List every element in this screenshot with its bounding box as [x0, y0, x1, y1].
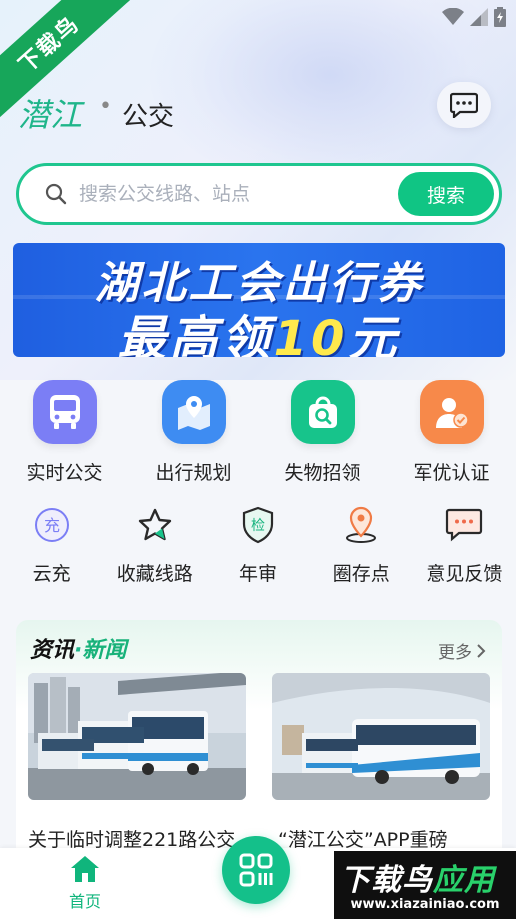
service-label: 意见反馈 [426, 563, 503, 585]
watermark-brand-a: 下载鸟 [340, 863, 433, 898]
lost-found-bag-icon [290, 380, 355, 444]
service-label: 收藏线路 [116, 563, 193, 585]
review-glyph: 检 [251, 518, 265, 534]
military-cert-icon [419, 380, 484, 444]
service-feedback[interactable]: 意见反馈 [413, 505, 516, 586]
news-title-a: 资讯 [30, 638, 75, 663]
service-recharge[interactable]: 充 云充 [0, 505, 103, 586]
scan-icon [239, 853, 273, 887]
shield-check-icon: 检 [238, 505, 278, 545]
primary-services: 实时公交 出行规划 失物招领 军优认证 [0, 380, 516, 485]
watermark-url: www.xiazainiao.com [350, 897, 500, 912]
news-title: 资讯·新闻 [30, 632, 126, 664]
watermark-brand-b: 应用 [433, 863, 495, 898]
search-button[interactable]: 搜索 [398, 172, 494, 216]
more-label: 更多 [438, 643, 472, 663]
tab-home[interactable]: 首页 [50, 854, 120, 912]
home-icon [71, 856, 99, 882]
service-label: 失物招领 [284, 462, 361, 484]
signal-icon [470, 8, 488, 26]
watermark-brand-text: 下载鸟应用 [340, 855, 495, 899]
secondary-services: 充 云充 收藏线路 检 年审 圈存点 意见反馈 [0, 505, 516, 586]
app-logo-city: 潜江 [18, 96, 83, 134]
service-label: 军优认证 [413, 462, 490, 484]
app-logo-title: 公交 [122, 102, 175, 132]
banner-suffix: 元 [348, 311, 401, 357]
chevron-right-icon [477, 643, 486, 658]
bus-icon [32, 380, 97, 444]
news-image[interactable] [272, 673, 490, 800]
service-label: 实时公交 [26, 462, 103, 484]
feedback-icon [444, 505, 484, 545]
service-military-cert[interactable]: 军优认证 [387, 380, 516, 485]
banner-amount: 10 [273, 311, 349, 357]
service-realtime-bus[interactable]: 实时公交 [0, 380, 129, 485]
service-label: 圈存点 [332, 563, 390, 585]
app-logo-dot: • [99, 94, 112, 119]
service-trip-planning[interactable]: 出行规划 [129, 380, 258, 485]
app-header: 潜江 • 公交 [0, 82, 516, 138]
search-bar: 搜索 [16, 163, 502, 225]
service-label: 出行规划 [155, 462, 232, 484]
banner-subline: 最高领10元 [13, 299, 505, 357]
tab-home-label: 首页 [68, 892, 101, 911]
map-pin-icon [161, 380, 226, 444]
message-button[interactable] [437, 82, 491, 128]
service-annual-review[interactable]: 检 年审 [206, 505, 309, 586]
wifi-icon [442, 8, 464, 25]
recharge-icon: 充 [32, 505, 72, 545]
battery-icon [494, 7, 506, 27]
news-more-link[interactable]: 更多 [438, 638, 486, 663]
watermark-brand: 下载鸟应用 www.xiazainiao.com [334, 851, 516, 919]
service-label: 年审 [239, 563, 278, 585]
location-icon [341, 505, 381, 545]
recharge-glyph: 充 [44, 516, 60, 535]
search-input[interactable] [79, 176, 379, 212]
status-bar [442, 6, 506, 28]
service-favorite-lines[interactable]: 收藏线路 [103, 505, 206, 586]
service-label: 云充 [32, 563, 71, 585]
scan-button[interactable] [222, 836, 290, 904]
service-stored-point[interactable]: 圈存点 [310, 505, 413, 586]
star-icon [135, 505, 175, 545]
search-icon [45, 183, 67, 205]
banner-prefix: 最高领 [117, 311, 274, 357]
chat-bubble-icon [450, 92, 478, 118]
service-lost-found[interactable]: 失物招领 [258, 380, 387, 485]
news-image[interactable] [28, 673, 246, 800]
promo-banner[interactable]: 湖北工会出行券 最高领10元 [13, 243, 505, 357]
news-title-b: 新闻 [82, 638, 127, 663]
